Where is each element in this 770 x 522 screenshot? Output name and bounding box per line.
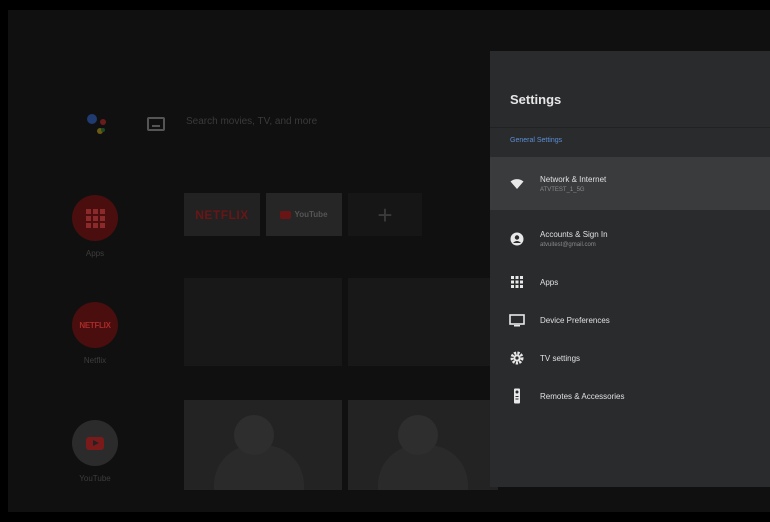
tv-screen: Search movies, TV, and more Apps NETFLIX… (8, 10, 770, 512)
side-app-label: Apps (85, 249, 105, 258)
search-placeholder[interactable]: Search movies, TV, and more (186, 116, 317, 127)
settings-header: Settings (490, 51, 770, 128)
settings-panel: Settings General Settings Network & Inte… (490, 51, 770, 487)
account-icon (509, 231, 525, 247)
remote-icon (509, 388, 525, 404)
apps-grid-icon (509, 274, 525, 290)
tile-netflix[interactable]: NETFLIX (184, 193, 260, 236)
content-tile[interactable] (184, 278, 342, 366)
side-app-netflix[interactable]: NETFLIX Netflix (70, 302, 120, 365)
tile-youtube[interactable]: YouTube (266, 193, 342, 236)
settings-item-device-preferences[interactable]: Device Preferences (490, 302, 770, 338)
netflix-logo-icon: NETFLIX (72, 302, 118, 348)
side-app-label: Netflix (83, 356, 107, 365)
content-tile[interactable] (184, 400, 342, 490)
side-app-youtube[interactable]: YouTube (70, 420, 120, 483)
settings-item-apps[interactable]: Apps (490, 264, 770, 300)
settings-item-label: Accounts & Sign In (540, 230, 608, 239)
monitor-icon (509, 312, 525, 328)
google-assistant-icon[interactable] (83, 110, 111, 138)
section-label: General Settings (510, 137, 563, 144)
youtube-logo-icon (72, 420, 118, 466)
wifi-icon (509, 176, 525, 192)
youtube-play-icon (280, 210, 292, 219)
settings-item-label: Apps (540, 277, 559, 287)
settings-item-label: TV settings (540, 353, 581, 363)
settings-item-tv-settings[interactable]: TV settings (490, 340, 770, 376)
settings-item-remotes[interactable]: Remotes & Accessories (490, 378, 770, 414)
settings-item-label: Remotes & Accessories (540, 391, 625, 401)
keyboard-icon[interactable] (147, 117, 165, 131)
page-title: Settings (510, 92, 562, 107)
settings-item-subtitle: ATVTEST_1_5G (540, 186, 585, 193)
settings-item-network[interactable]: Network & Internet ATVTEST_1_5G (490, 157, 770, 210)
side-app-apps[interactable]: Apps (70, 195, 120, 258)
settings-item-subtitle: atvuitest@gmail.com (540, 242, 596, 248)
settings-item-label: Network & Internet (540, 174, 607, 184)
content-tile[interactable] (348, 278, 498, 366)
side-app-label: YouTube (79, 474, 111, 483)
apps-grid-icon (72, 195, 118, 241)
settings-item-accounts[interactable]: Accounts & Sign In atvuitest@gmail.com (490, 217, 770, 261)
gear-icon (509, 350, 525, 366)
tile-add-app[interactable]: + (348, 193, 422, 236)
settings-item-label: Device Preferences (540, 315, 610, 325)
plus-icon: + (377, 199, 393, 230)
content-tile[interactable] (348, 400, 498, 490)
